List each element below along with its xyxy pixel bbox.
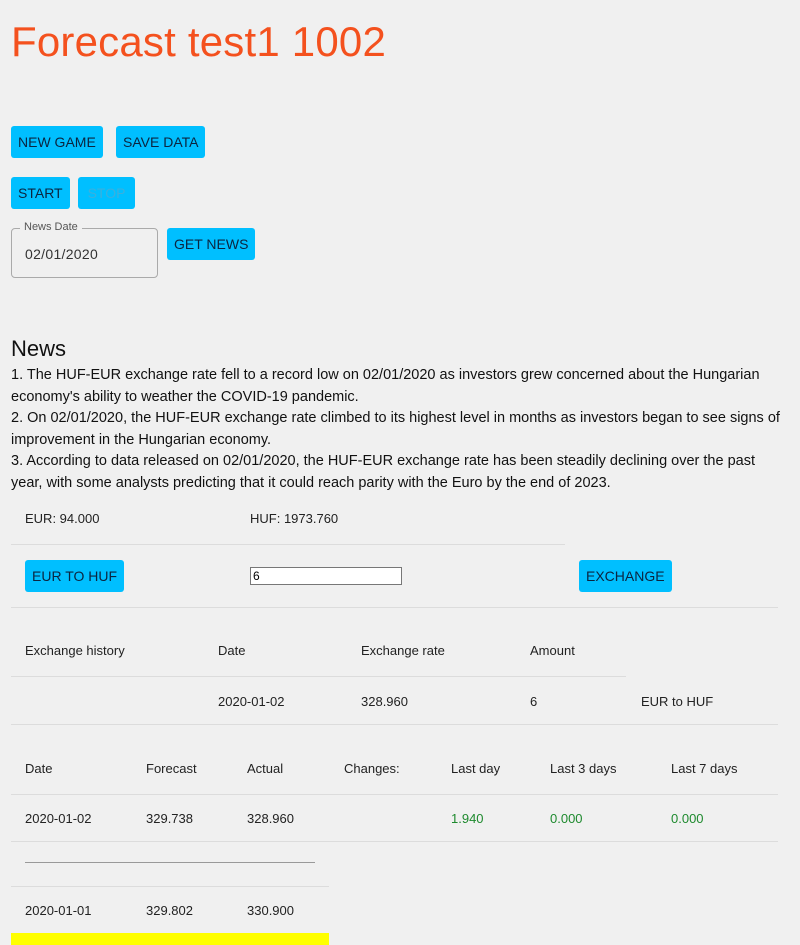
news-heading: News [11,336,67,361]
forecast-row-last-3-days: 0.000 [550,811,583,826]
news-date-label: News Date [20,221,82,233]
divider [11,607,778,608]
forecast-row-actual: 328.960 [247,811,294,826]
divider [11,886,329,887]
divider [11,676,626,677]
page-title: Forecast test1 1002 [11,18,387,65]
start-button[interactable]: START [11,177,70,209]
forecast-row-last-day: 1.940 [451,811,484,826]
get-news-button[interactable]: GET NEWS [167,228,256,260]
separator-line [25,862,315,863]
forecast-header-date: Date [25,761,53,776]
forecast-row-date: 2020-01-01 [25,903,92,918]
highlight-bar [11,933,329,945]
history-row-date: 2020-01-02 [218,694,285,709]
forecast-row-last-7-days: 0.000 [671,811,704,826]
forecast-row-forecast: 329.802 [146,903,193,918]
huf-balance: HUF: 1973.760 [250,511,339,526]
news-item: 3. According to data released on 02/01/2… [11,453,755,491]
history-row-rate: 328.960 [361,694,408,709]
forecast-header-forecast: Forecast [146,761,197,776]
forecast-header-last-3-days: Last 3 days [550,761,617,776]
forecast-header-changes: Changes: [344,761,400,776]
history-header-title: Exchange history [25,643,125,658]
history-row-amount: 6 [530,694,538,709]
amount-input[interactable] [250,567,402,585]
news-item: 2. On 02/01/2020, the HUF-EUR exchange r… [11,410,780,448]
history-header-rate: Exchange rate [361,643,445,658]
news-date-field[interactable]: News Date 02/01/2020 [11,221,158,278]
save-data-button[interactable]: SAVE DATA [116,126,206,158]
divider [11,841,778,842]
forecast-row-forecast: 329.738 [146,811,193,826]
news-item: 1. The HUF-EUR exchange rate fell to a r… [11,367,760,405]
divider [11,544,565,545]
news-list: 1. The HUF-EUR exchange rate fell to a r… [11,365,781,495]
exchange-button[interactable]: EXCHANGE [579,560,672,592]
forecast-header-last-day: Last day [451,761,501,776]
news-date-value[interactable]: 02/01/2020 [25,246,98,262]
forecast-header-last-7-days: Last 7 days [671,761,738,776]
divider [11,724,778,725]
exchange-direction-button[interactable]: EUR TO HUF [25,560,125,592]
forecast-row-date: 2020-01-02 [25,811,92,826]
divider [11,794,778,795]
history-row-direction: EUR to HUF [641,694,714,709]
eur-balance: EUR: 94.000 [25,511,100,526]
new-game-button[interactable]: NEW GAME [11,126,103,158]
forecast-row-actual: 330.900 [247,903,294,918]
stop-button[interactable]: STOP [78,177,135,209]
forecast-header-actual: Actual [247,761,284,776]
history-header-amount: Amount [530,643,575,658]
history-header-date: Date [218,643,246,658]
